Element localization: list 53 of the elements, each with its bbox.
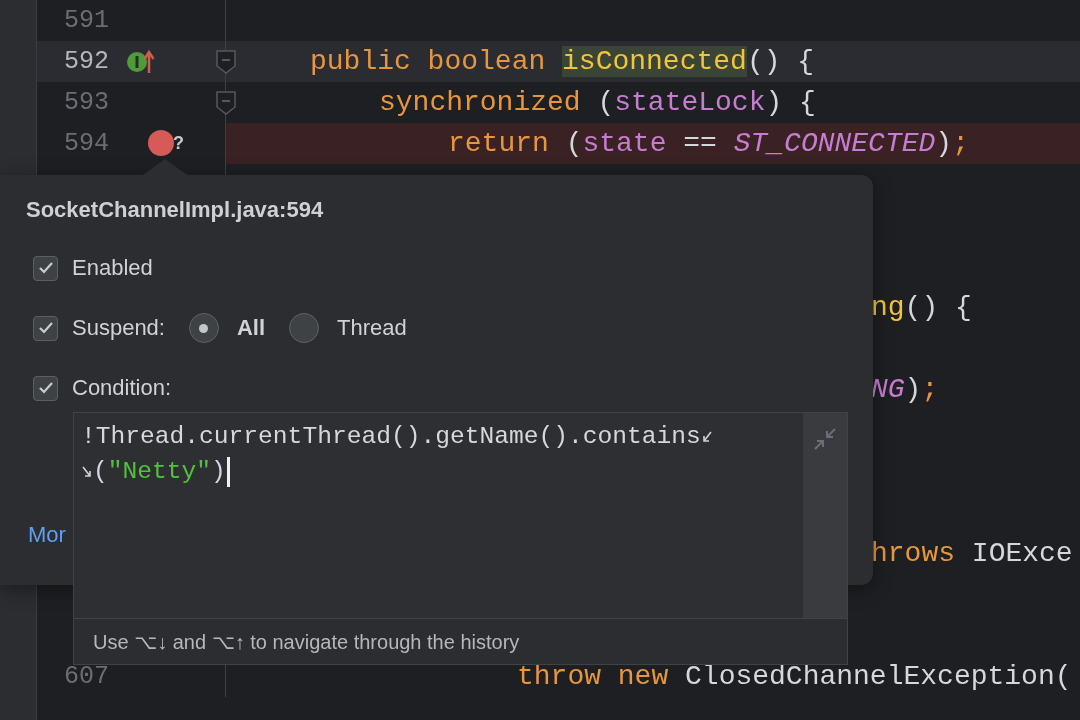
check-icon: [37, 261, 54, 275]
code-token: () {: [904, 292, 972, 323]
code-token: ;: [921, 374, 939, 405]
code-token: "Netty": [107, 457, 212, 487]
suspend-checkbox[interactable]: [33, 315, 58, 341]
code-token: () {: [746, 46, 815, 77]
radio-button[interactable]: [289, 313, 320, 343]
code-token: ==: [682, 128, 718, 159]
code-token: return: [448, 128, 550, 159]
code-token: ;: [952, 128, 969, 159]
fold-icon[interactable]: [214, 90, 238, 116]
enabled-checkbox[interactable]: [33, 255, 58, 281]
code-token: !Thread.currentThread().getName().contains: [81, 422, 701, 452]
soft-wrap-icon: [81, 464, 93, 479]
code-token: NG: [871, 374, 905, 405]
code-token: public boolean: [310, 46, 547, 77]
code-token: synchronized: [379, 87, 582, 118]
code-token: isConnected: [562, 46, 747, 77]
radio-label: Thread: [337, 315, 407, 341]
check-icon: [37, 321, 54, 335]
code-token: (: [565, 128, 583, 159]
code-token: ng: [871, 292, 905, 323]
code-token: hrows: [871, 538, 956, 569]
code-token: stateLock: [614, 87, 766, 118]
line-number: 594: [64, 129, 110, 158]
line-number: 591: [64, 6, 110, 35]
code-token: ) {: [765, 87, 816, 118]
suspend-label: Suspend:: [72, 315, 165, 341]
enabled-label: Enabled: [72, 255, 153, 281]
condition-checkbox[interactable]: [33, 375, 58, 401]
check-icon: [37, 381, 54, 395]
code-token: IOExce: [971, 538, 1073, 569]
code-token: state: [582, 128, 667, 159]
radio-button[interactable]: [188, 313, 219, 343]
fold-icon[interactable]: [214, 49, 238, 75]
code-token: ): [211, 457, 226, 487]
text-cursor: [226, 456, 230, 487]
code-token: ): [904, 374, 922, 405]
code-token: (: [597, 87, 615, 118]
radio-label: All: [236, 315, 266, 341]
line-number: 607: [64, 662, 110, 691]
more-link[interactable]: Mor: [28, 522, 66, 548]
condition-field[interactable]: !Thread.currentThread().getName().contains ("Netty") Use ⌥↓ and ⌥↑ to navigate through the history: [73, 412, 848, 665]
code-token: (: [93, 457, 108, 487]
line-number: 593: [64, 88, 110, 117]
code-token: ST_CONNECTED: [733, 128, 936, 159]
line-number: 592: [64, 47, 110, 76]
breakpoint-icon[interactable]: [146, 128, 176, 159]
condition-mark: ?: [173, 133, 184, 154]
soft-wrap-icon: [700, 429, 713, 444]
code-token: ): [935, 128, 953, 159]
condition-label: Condition:: [72, 375, 172, 401]
popup-title: SocketChannelImpl.java:594: [26, 197, 324, 224]
